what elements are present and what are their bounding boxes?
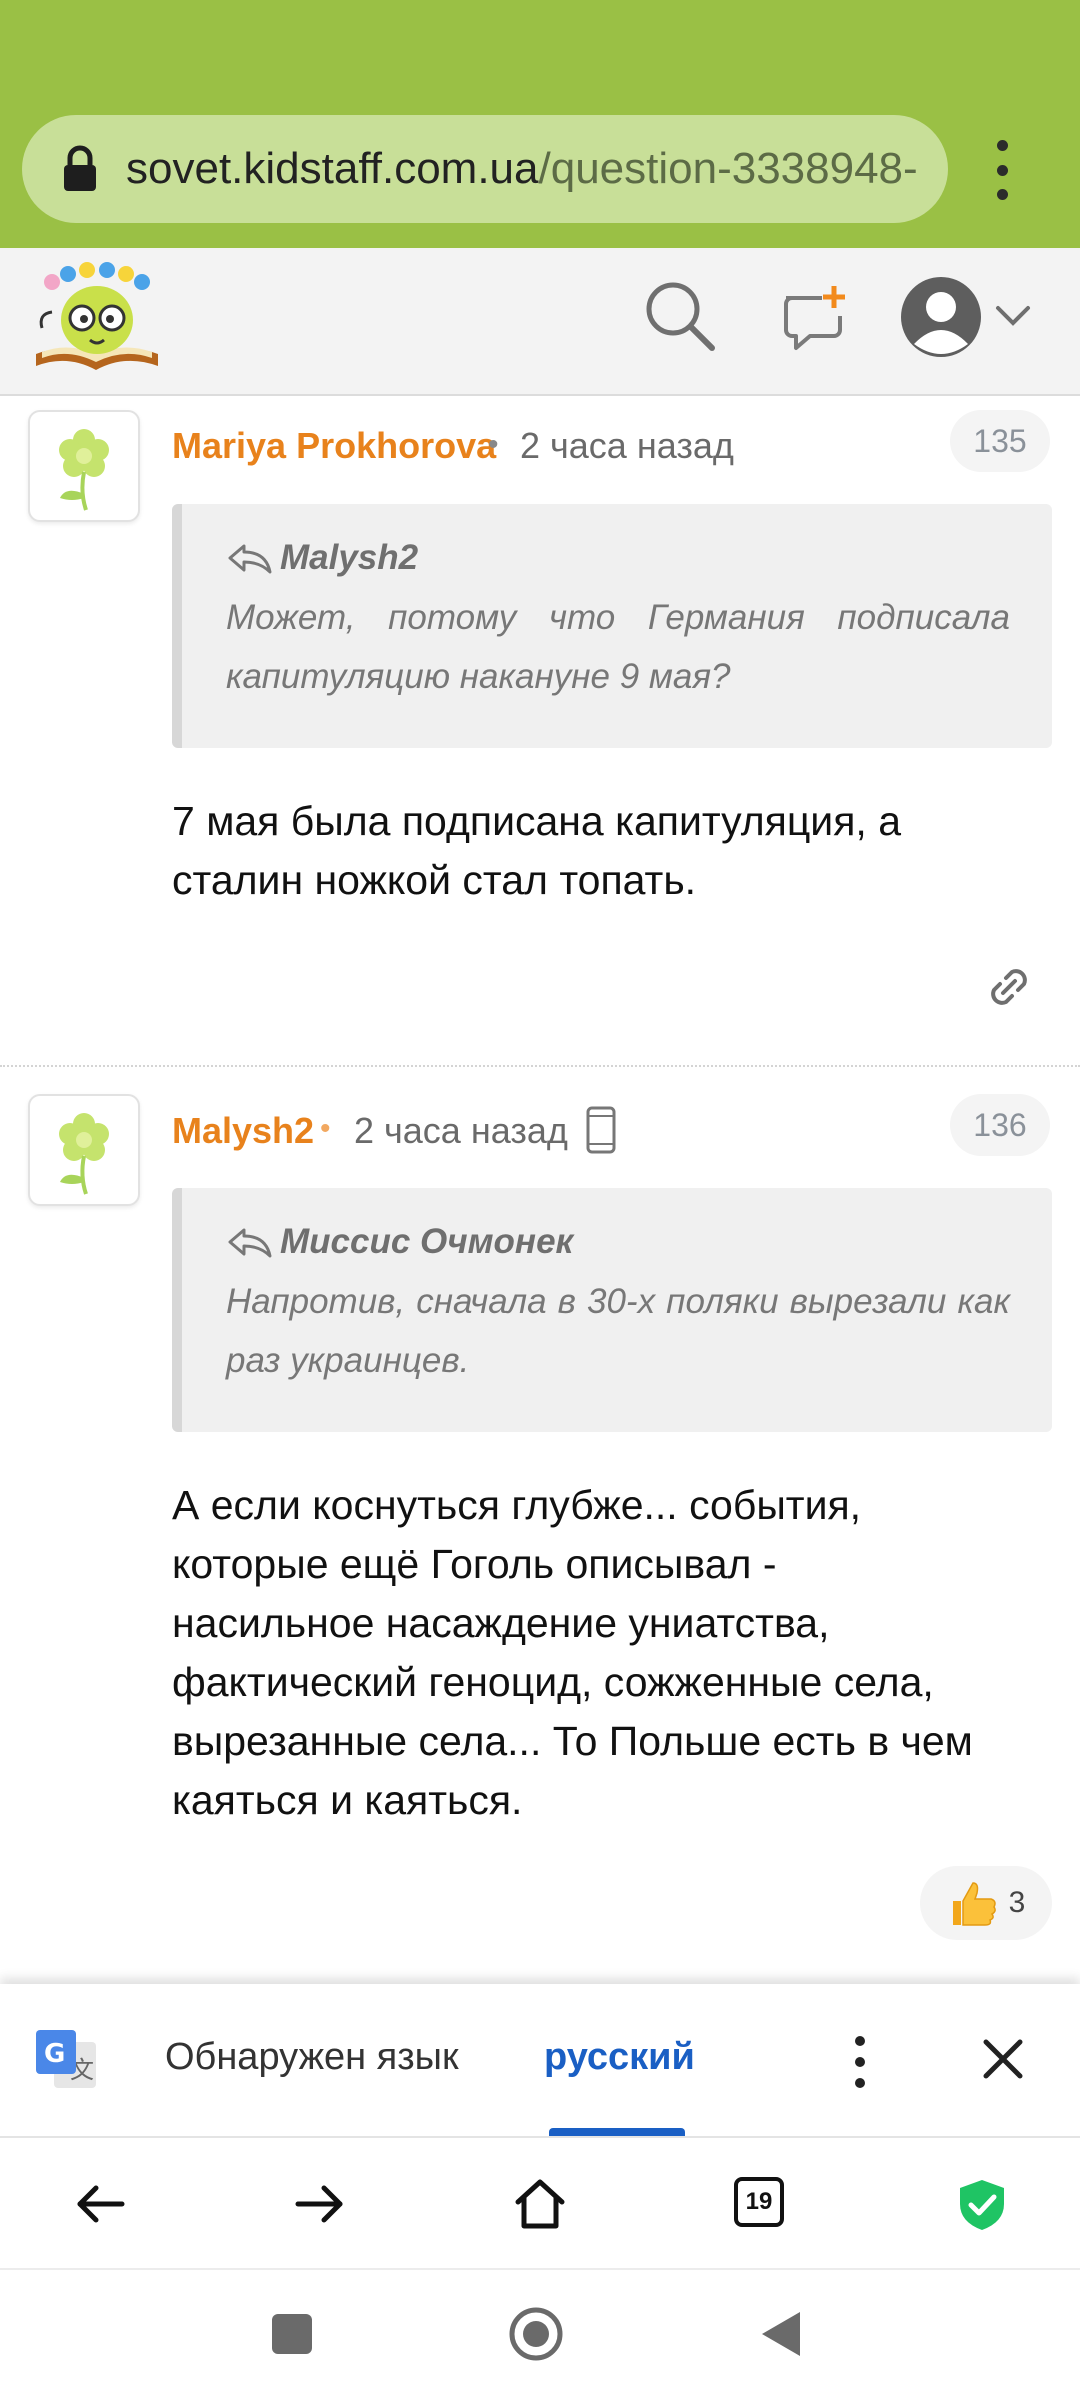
url-domain: sovet.kidstaff.com.ua [126, 144, 539, 193]
language-tab-indicator [549, 2128, 685, 2136]
comment-number-badge[interactable]: 136 [950, 1094, 1050, 1156]
lock-icon [64, 145, 96, 191]
close-icon[interactable] [980, 2036, 1026, 2082]
url-path: /question-3338948- [538, 144, 918, 193]
comment-text: А если коснуться глубже... события, кото… [172, 1476, 1052, 1830]
thumbs-up-icon [952, 1882, 996, 1926]
comment-avatar[interactable] [28, 1094, 140, 1206]
comment-author[interactable]: Mariya Prokhorova [172, 425, 496, 467]
comment-time: 2 часа назад [354, 1110, 568, 1151]
comment-divider [0, 1065, 1080, 1067]
like-button[interactable]: 3 [920, 1866, 1052, 1940]
link-icon[interactable] [984, 962, 1034, 1012]
comment-time: 2 часа назад [520, 425, 734, 466]
home-icon[interactable] [512, 2176, 568, 2232]
meta-separator: • [320, 1112, 331, 1145]
reply-arrow-icon [228, 544, 272, 574]
mobile-device-icon [586, 1106, 616, 1154]
user-avatar-icon[interactable] [898, 274, 984, 360]
quote-block: Malysh2 Может, потому что Германия подпи… [172, 504, 1052, 748]
search-icon[interactable] [640, 276, 720, 356]
reply-arrow-icon [228, 1228, 272, 1258]
url-text: sovet.kidstaff.com.ua/question-3338948- [126, 144, 918, 194]
chevron-down-icon[interactable] [990, 298, 1036, 334]
home-nav-icon[interactable] [508, 2306, 564, 2362]
comment-text: 7 мая была подписана капитуляция, а стал… [172, 792, 1052, 910]
comment-text-line: 7 мая была подписана капитуляция, а [172, 798, 901, 844]
url-bar[interactable]: sovet.kidstaff.com.ua/question-3338948- [22, 115, 948, 223]
new-message-icon[interactable] [776, 280, 852, 356]
quote-block: Миссис Очмонек Напротив, сначала в 30-х … [172, 1188, 1052, 1432]
forward-arrow-icon[interactable] [292, 2176, 348, 2232]
translate-menu-button[interactable] [852, 2036, 868, 2088]
back-nav-icon[interactable] [756, 2308, 804, 2360]
comment-text-line: вырезанные села... То Польше есть в чем [172, 1718, 973, 1764]
shield-check-icon[interactable] [954, 2176, 1010, 2232]
comment-text-line: которые ещё Гоголь описывал - [172, 1541, 777, 1587]
site-logo[interactable] [32, 262, 162, 372]
quote-author: Миссис Очмонек [280, 1222, 574, 1261]
svg-text:G: G [44, 2039, 65, 2069]
comment-text-line: сталин ножкой стал топать. [172, 857, 697, 903]
quote-text: Может, потому что Германия подписала кап… [226, 598, 1010, 696]
tabs-button[interactable]: 19 [734, 2177, 784, 2227]
quote-text: Напротив, сначала в 30-х поляки вырезали… [226, 1282, 1010, 1380]
back-arrow-icon[interactable] [72, 2176, 128, 2232]
comment-author[interactable]: Malysh2 [172, 1110, 314, 1152]
google-translate-icon[interactable]: 文 G [34, 2028, 100, 2094]
language-tab-russian[interactable]: русский [544, 2036, 695, 2079]
comment-text-line: каяться и каяться. [172, 1777, 523, 1823]
comment-text-line: фактический геноцид, сожженные села, [172, 1659, 934, 1705]
detected-language-label: Обнаружен язык [165, 2036, 459, 2078]
meta-separator: • [488, 428, 499, 461]
browser-menu-button[interactable] [982, 140, 1022, 200]
comment-avatar[interactable] [28, 410, 140, 522]
translate-bar [0, 1984, 1080, 2136]
comment-text-line: насильное насаждение униатства, [172, 1600, 830, 1646]
recent-apps-icon[interactable] [270, 2312, 314, 2356]
quote-author: Malysh2 [280, 538, 419, 577]
like-count: 3 [1008, 1886, 1026, 1919]
comment-text-line: А если коснуться глубже... события, [172, 1482, 862, 1528]
comment-number-badge[interactable]: 135 [950, 410, 1050, 472]
